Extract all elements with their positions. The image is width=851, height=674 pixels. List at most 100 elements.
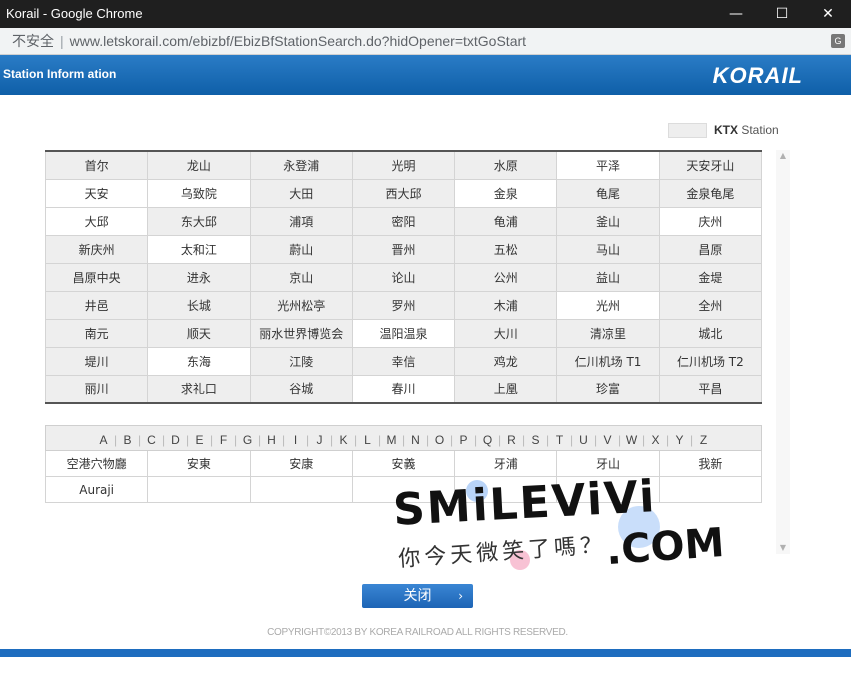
result-cell[interactable]: 安義 (351, 450, 456, 477)
station-cell[interactable]: 幸信 (351, 346, 456, 376)
alphabet-letter[interactable]: U (577, 433, 591, 447)
alphabet-letter[interactable]: Y (673, 433, 687, 447)
station-cell[interactable]: 论山 (351, 262, 456, 292)
station-cell[interactable]: 求礼口 (147, 374, 251, 404)
alphabet-letter[interactable]: T (553, 433, 567, 447)
result-cell[interactable]: 安康 (249, 450, 353, 477)
address-bar[interactable]: 不安全 | www.letskorail.com/ebizbf/EbizBfStat… (0, 28, 851, 55)
alphabet-letter[interactable]: A (97, 433, 111, 447)
url-text[interactable]: www.letskorail.com/ebizbf/EbizBfStationS… (70, 33, 526, 49)
station-cell[interactable]: 金堤 (658, 262, 763, 292)
station-cell[interactable]: 堤川 (44, 346, 149, 376)
station-cell[interactable]: 密阳 (351, 206, 456, 236)
station-cell[interactable]: 昌原中央 (44, 262, 149, 292)
station-cell[interactable]: 全州 (658, 290, 763, 320)
scrollbar[interactable]: ▲ ▼ (776, 150, 790, 554)
alphabet-letter[interactable]: G (241, 433, 255, 447)
station-cell[interactable]: 西大邱 (351, 178, 456, 208)
result-cell[interactable]: 牙浦 (454, 450, 558, 477)
station-cell[interactable]: 木浦 (454, 290, 558, 320)
scroll-down-icon[interactable]: ▼ (776, 542, 790, 554)
station-cell[interactable]: 马山 (556, 234, 660, 264)
station-cell[interactable]: 龙山 (147, 150, 251, 180)
station-cell[interactable]: 公州 (454, 262, 558, 292)
result-cell[interactable]: 空港穴物廳 (44, 450, 149, 477)
alphabet-letter[interactable]: N (409, 433, 423, 447)
alphabet-letter[interactable]: Z (697, 433, 711, 447)
station-cell[interactable]: 南元 (44, 318, 149, 348)
minimize-button[interactable]: — (713, 0, 759, 28)
alphabet-letter[interactable]: C (145, 433, 159, 447)
station-cell[interactable]: 釜山 (556, 206, 660, 236)
alphabet-letter[interactable]: X (649, 433, 663, 447)
station-cell[interactable]: 大川 (454, 318, 558, 348)
maximize-button[interactable]: ☐ (759, 0, 805, 28)
alphabet-letter[interactable]: E (193, 433, 207, 447)
station-cell[interactable]: 天安 (44, 178, 149, 208)
alphabet-letter[interactable]: M (385, 433, 399, 447)
station-cell[interactable]: 珍富 (556, 374, 660, 404)
station-cell[interactable]: 温阳温泉 (351, 318, 456, 348)
station-cell[interactable]: 大邱 (44, 206, 149, 236)
station-cell[interactable]: 顺天 (147, 318, 251, 348)
alphabet-letter[interactable]: S (529, 433, 543, 447)
station-cell[interactable]: 金泉 (454, 178, 558, 208)
station-cell[interactable]: 丽川 (44, 374, 149, 404)
alphabet-letter[interactable]: B (121, 433, 135, 447)
station-cell[interactable]: 首尔 (44, 150, 149, 180)
station-cell[interactable]: 水原 (454, 150, 558, 180)
station-cell[interactable]: 春川 (351, 374, 456, 404)
station-cell[interactable]: 光州 (556, 290, 660, 320)
alphabet-letter[interactable]: F (217, 433, 231, 447)
alphabet-letter[interactable]: D (169, 433, 183, 447)
station-cell[interactable]: 浦項 (249, 206, 353, 236)
station-cell[interactable]: 龟浦 (454, 206, 558, 236)
station-cell[interactable]: 平泽 (556, 150, 660, 180)
station-cell[interactable]: 长城 (147, 290, 251, 320)
station-cell[interactable]: 庆州 (658, 206, 763, 236)
alphabet-letter[interactable]: H (265, 433, 279, 447)
station-cell[interactable]: 井邑 (44, 290, 149, 320)
station-cell[interactable]: 罗州 (351, 290, 456, 320)
station-cell[interactable]: 东海 (147, 346, 251, 376)
station-cell[interactable]: 仁川机场 T1 (556, 346, 660, 376)
alphabet-letter[interactable]: O (433, 433, 447, 447)
station-cell[interactable]: 丽水世界博览会 (249, 318, 353, 348)
alphabet-letter[interactable]: K (337, 433, 351, 447)
station-cell[interactable]: 益山 (556, 262, 660, 292)
alphabet-letter[interactable]: W (625, 433, 639, 447)
alphabet-letter[interactable]: J (313, 433, 327, 447)
station-cell[interactable]: 龟尾 (556, 178, 660, 208)
alphabet-letter[interactable]: L (361, 433, 375, 447)
station-cell[interactable]: 昌原 (658, 234, 763, 264)
result-cell[interactable]: Auraji (44, 476, 149, 503)
station-cell[interactable]: 蔚山 (249, 234, 353, 264)
result-cell[interactable]: 安東 (147, 450, 251, 477)
close-window-button[interactable]: ✕ (805, 0, 851, 28)
station-cell[interactable]: 永登浦 (249, 150, 353, 180)
station-cell[interactable]: 仁川机场 T2 (658, 346, 763, 376)
result-cell[interactable]: 牙山 (556, 450, 660, 477)
station-cell[interactable]: 新庆州 (44, 234, 149, 264)
station-cell[interactable]: 晋州 (351, 234, 456, 264)
station-cell[interactable]: 太和江 (147, 234, 251, 264)
security-indicator[interactable]: 不安全 (12, 33, 54, 49)
station-cell[interactable]: 进永 (147, 262, 251, 292)
station-cell[interactable]: 江陵 (249, 346, 353, 376)
station-cell[interactable]: 东大邱 (147, 206, 251, 236)
station-cell[interactable]: 谷城 (249, 374, 353, 404)
station-cell[interactable]: 乌致院 (147, 178, 251, 208)
alphabet-letter[interactable]: I (289, 433, 303, 447)
station-cell[interactable]: 光州松亭 (249, 290, 353, 320)
alphabet-letter[interactable]: R (505, 433, 519, 447)
station-cell[interactable]: 上凰 (454, 374, 558, 404)
station-cell[interactable]: 清凉里 (556, 318, 660, 348)
scroll-up-icon[interactable]: ▲ (776, 150, 790, 162)
station-cell[interactable]: 城北 (658, 318, 763, 348)
alphabet-letter[interactable]: Q (481, 433, 495, 447)
close-button[interactable]: 关闭 › (362, 584, 473, 608)
station-cell[interactable]: 平昌 (658, 374, 763, 404)
station-cell[interactable]: 天安牙山 (658, 150, 763, 180)
station-cell[interactable]: 金泉龟尾 (658, 178, 763, 208)
station-cell[interactable]: 大田 (249, 178, 353, 208)
